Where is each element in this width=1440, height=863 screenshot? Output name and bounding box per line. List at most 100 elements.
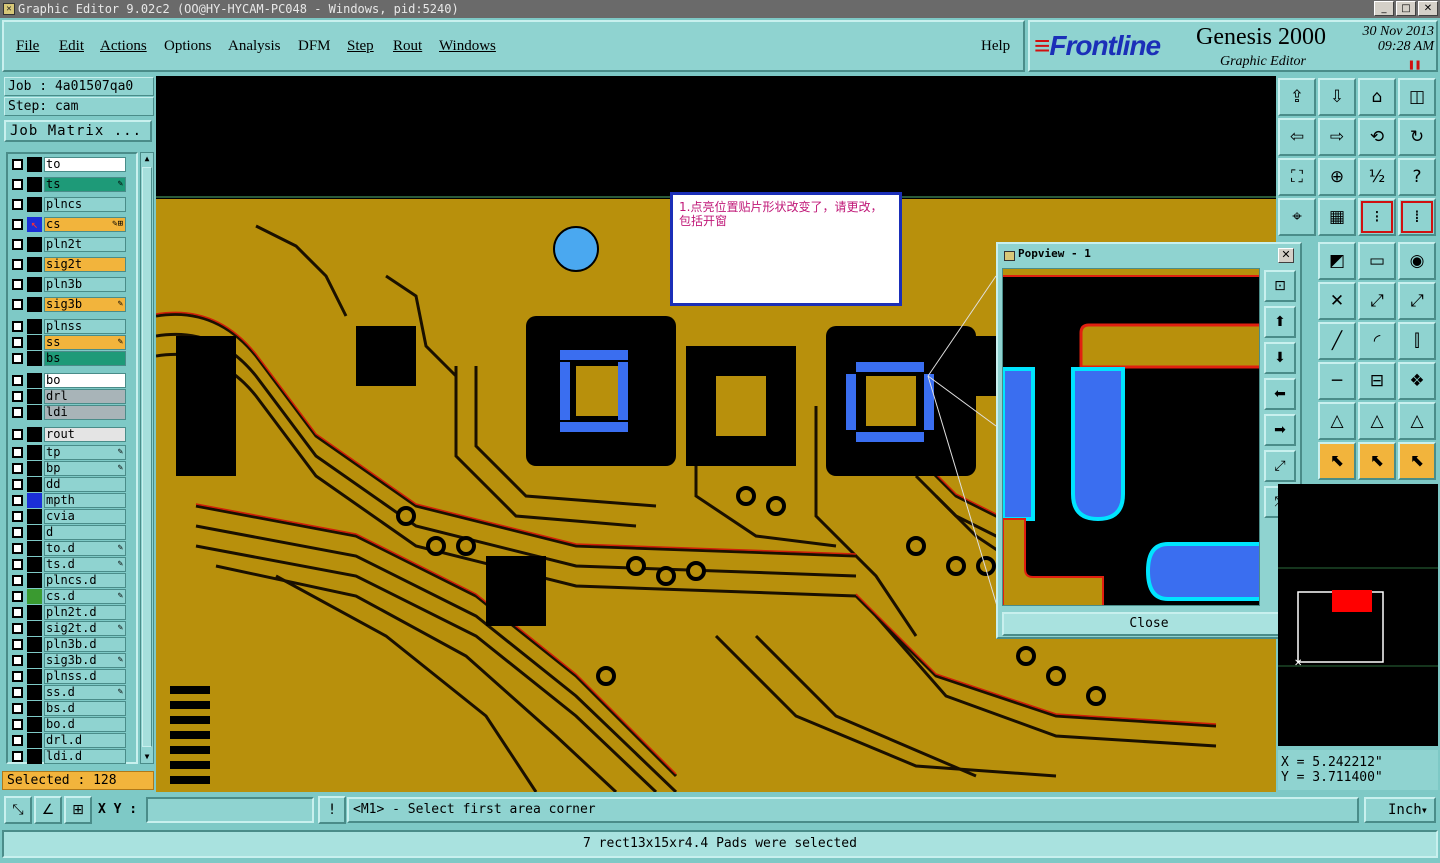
layer-name[interactable]: plncs.d	[44, 573, 126, 588]
layer-display-checkbox[interactable]	[12, 337, 23, 348]
layer-name[interactable]: pln3b	[44, 277, 126, 292]
layer-name[interactable]: bo	[44, 373, 126, 388]
zoom-center-icon[interactable]: ⊕	[1318, 158, 1356, 196]
pad-tool-icon[interactable]: ◉	[1398, 242, 1436, 280]
route-pointer-icon[interactable]: ⬉	[1398, 442, 1436, 480]
layer-row-drl[interactable]: drl	[10, 389, 128, 404]
layer-name[interactable]: plncs	[44, 197, 126, 212]
layer-display-checkbox[interactable]	[12, 429, 23, 440]
layer-display-checkbox[interactable]	[12, 463, 23, 474]
layer-row-dd[interactable]: dd	[10, 477, 128, 492]
layer-display-checkbox[interactable]	[12, 639, 23, 650]
layer-name[interactable]: cs.d ✎	[44, 589, 126, 604]
menu-step[interactable]: Step	[347, 38, 374, 55]
layer-row-pln3b-d[interactable]: pln3b.d	[10, 637, 128, 652]
layer-affected-toggle[interactable]	[27, 589, 42, 604]
layer-display-checkbox[interactable]	[12, 735, 23, 746]
annotation-note[interactable]: 1.点亮位置贴片形状改变了，请更改，包括开窗	[670, 192, 902, 306]
select-pointer-2-icon[interactable]: ⬉	[1358, 442, 1396, 480]
redraw-icon[interactable]: ↻	[1398, 118, 1436, 156]
layer-row-bo-d[interactable]: bo.d	[10, 717, 128, 732]
layer-row-sig3b[interactable]: sig3b ✎	[10, 297, 128, 312]
layer-name[interactable]: ldi	[44, 405, 126, 420]
triangle-tool-icon[interactable]: △	[1318, 402, 1356, 440]
layer-name[interactable]: pln2t	[44, 237, 126, 252]
line-tool-icon[interactable]: ◩	[1318, 242, 1356, 280]
layer-row-mpth[interactable]: mpth	[10, 493, 128, 508]
resize-icon[interactable]: ⤡	[4, 796, 32, 824]
layer-display-checkbox[interactable]	[12, 239, 23, 250]
layer-row-to[interactable]: to	[10, 157, 128, 172]
connect-tool-icon[interactable]: ⤢	[1358, 282, 1396, 320]
layer-affected-toggle[interactable]	[27, 573, 42, 588]
layer-name[interactable]: rout	[44, 427, 126, 442]
layer-row-cs[interactable]: ↖ cs ✎⊞	[10, 217, 128, 232]
slash-tool-icon[interactable]: ╱	[1318, 322, 1356, 360]
dimension-icon[interactable]: ⊟	[1358, 362, 1396, 400]
component-icon[interactable]: ❖	[1398, 362, 1436, 400]
layer-display-checkbox[interactable]	[12, 299, 23, 310]
layer-affected-toggle[interactable]	[27, 701, 42, 716]
xy-input[interactable]	[146, 797, 314, 823]
layer-display-checkbox[interactable]	[12, 199, 23, 210]
menu-actions[interactable]: Actions	[100, 38, 147, 55]
home-view-icon[interactable]: ⌂	[1358, 78, 1396, 116]
layer-display-checkbox[interactable]	[12, 259, 23, 270]
layer-affected-toggle[interactable]	[27, 157, 42, 172]
split-view-icon[interactable]: ◫	[1398, 78, 1436, 116]
mirror-icon[interactable]: ⟲	[1358, 118, 1396, 156]
grid-icon[interactable]: ▦	[1318, 198, 1356, 236]
layer-row-plnss-d[interactable]: plnss.d	[10, 669, 128, 684]
menu-dfm[interactable]: DFM	[298, 38, 331, 55]
layer-name[interactable]: plnss.d	[44, 669, 126, 684]
layer-display-checkbox[interactable]	[12, 527, 23, 538]
zoom-right-icon[interactable]: ⇨	[1318, 118, 1356, 156]
layer-row-ts-d[interactable]: ts.d ✎	[10, 557, 128, 572]
layer-name[interactable]: cvia	[44, 509, 126, 524]
layer-row-sig3b-d[interactable]: sig3b.d ✎	[10, 653, 128, 668]
pause-icon[interactable]: ❚❚	[1408, 58, 1421, 71]
layer-row-ldi-d[interactable]: ldi.d	[10, 749, 128, 764]
layer-row-ts[interactable]: ts ✎	[10, 177, 128, 192]
layer-row-sig2t[interactable]: sig2t	[10, 257, 128, 272]
layer-display-checkbox[interactable]	[12, 391, 23, 402]
menu-edit[interactable]: Edit	[59, 38, 84, 55]
layer-row-pln2t[interactable]: pln2t	[10, 237, 128, 252]
layer-name[interactable]: d	[44, 525, 126, 540]
job-matrix-button[interactable]: Job Matrix ...	[4, 120, 152, 142]
layer-affected-toggle[interactable]: ↖	[27, 217, 42, 232]
menu-help[interactable]: Help	[981, 38, 1010, 55]
triangle-tool-3-icon[interactable]: △	[1398, 402, 1436, 440]
layer-display-checkbox[interactable]	[12, 623, 23, 634]
layer-affected-toggle[interactable]	[27, 277, 42, 292]
layer-display-checkbox[interactable]	[12, 219, 23, 230]
layer-row-tp[interactable]: tp ✎	[10, 445, 128, 460]
layer-display-checkbox[interactable]	[12, 719, 23, 730]
layer-name[interactable]: ts.d ✎	[44, 557, 126, 572]
layer-affected-toggle[interactable]	[27, 621, 42, 636]
layer-affected-toggle[interactable]	[27, 445, 42, 460]
layer-name[interactable]: to.d ✎	[44, 541, 126, 556]
layer-affected-toggle[interactable]	[27, 461, 42, 476]
layer-name[interactable]: drl.d	[44, 733, 126, 748]
layer-display-checkbox[interactable]	[12, 655, 23, 666]
layer-affected-toggle[interactable]	[27, 653, 42, 668]
layer-name[interactable]: pln3b.d	[44, 637, 126, 652]
connect-tool-2-icon[interactable]: ⤢	[1398, 282, 1436, 320]
layer-affected-toggle[interactable]	[27, 525, 42, 540]
layer-row-to-d[interactable]: to.d ✎	[10, 541, 128, 556]
units-select[interactable]: Inch ▾	[1364, 797, 1436, 823]
layer-row-bs[interactable]: bs	[10, 351, 128, 366]
ruler-icon[interactable]: ▭	[1358, 242, 1396, 280]
layer-name[interactable]: ss.d ✎	[44, 685, 126, 700]
layer-display-checkbox[interactable]	[12, 671, 23, 682]
menu-analysis[interactable]: Analysis	[228, 38, 281, 55]
layer-affected-toggle[interactable]	[27, 319, 42, 334]
maximize-button[interactable]: □	[1396, 1, 1416, 16]
warning-icon[interactable]: !	[318, 796, 346, 824]
layer-affected-toggle[interactable]	[27, 373, 42, 388]
layer-display-checkbox[interactable]	[12, 703, 23, 714]
layer-affected-toggle[interactable]	[27, 685, 42, 700]
layer-display-checkbox[interactable]	[12, 575, 23, 586]
layer-name[interactable]: ss ✎	[44, 335, 126, 350]
